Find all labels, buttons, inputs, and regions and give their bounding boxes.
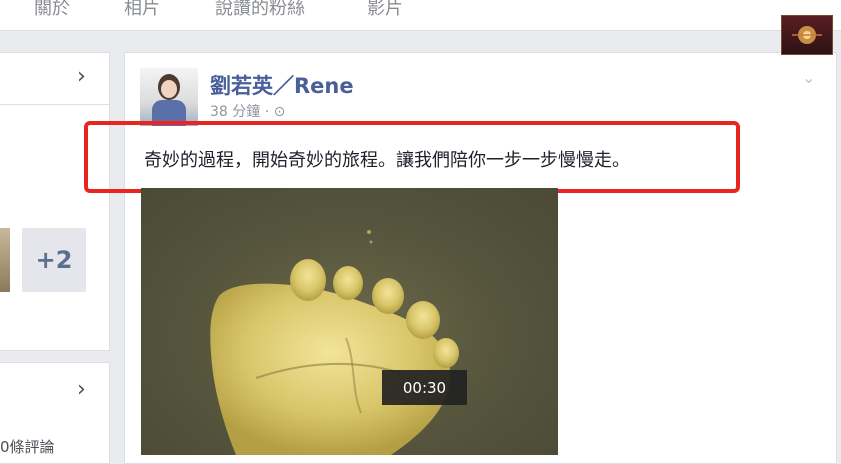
avatar[interactable] bbox=[140, 68, 198, 126]
footprint-icon bbox=[210, 230, 459, 455]
chevron-right-icon[interactable]: › bbox=[77, 66, 86, 88]
page-tab-bar: 關於 相片 說讚的粉絲 影片 bbox=[0, 0, 841, 31]
tab-videos[interactable]: 影片 bbox=[367, 0, 403, 20]
channel-logo-icon bbox=[781, 15, 833, 55]
post-author[interactable]: 劉若英／Rene bbox=[210, 70, 354, 100]
left-footer-text: 0條評論 bbox=[0, 438, 55, 456]
more-photos-tile[interactable]: +2 bbox=[22, 228, 86, 292]
chevron-right-icon[interactable]: › bbox=[77, 379, 86, 401]
footprint-image[interactable] bbox=[141, 188, 558, 455]
tab-likes[interactable]: 說讚的粉絲 bbox=[215, 0, 305, 20]
video-timestamp: 00:30 bbox=[382, 370, 467, 405]
chevron-down-icon[interactable]: ⌄ bbox=[802, 68, 815, 87]
tab-photos[interactable]: 相片 bbox=[124, 0, 160, 20]
left-card-header[interactable]: › bbox=[0, 52, 110, 106]
tab-about[interactable]: 關於 bbox=[34, 0, 70, 20]
post-timestamp[interactable]: 38 分鐘 · ⊙ bbox=[210, 101, 285, 121]
highlight-box bbox=[84, 121, 740, 193]
photo-thumbnail[interactable] bbox=[0, 228, 10, 292]
